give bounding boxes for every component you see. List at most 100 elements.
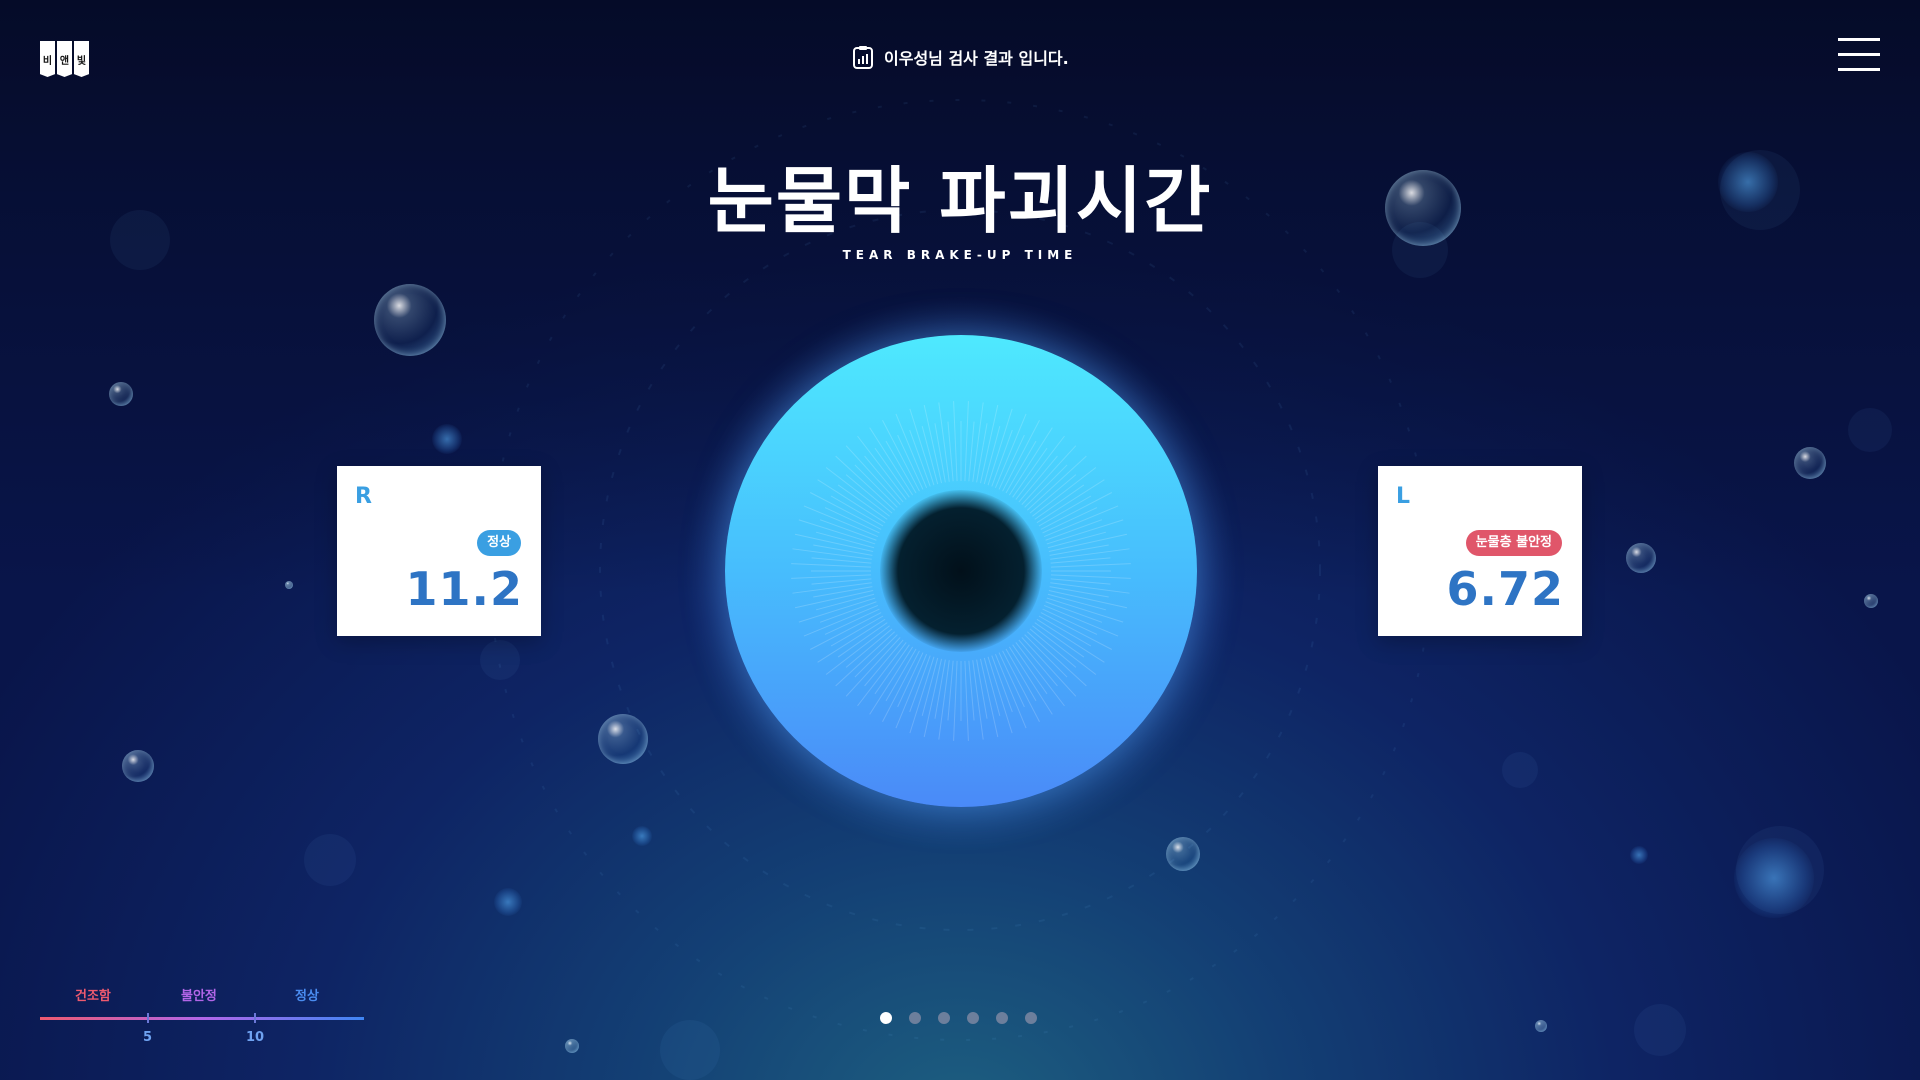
iris-fiber (1046, 519, 1124, 545)
iris-fiber (811, 578, 872, 585)
iris-fiber (1050, 574, 1131, 579)
iris-fiber (1042, 507, 1098, 534)
page-dot[interactable] (967, 1012, 979, 1024)
glow-decoration (1734, 838, 1814, 918)
iris-fiber (811, 557, 872, 564)
bubble-decoration (598, 714, 648, 764)
iris-fiber (953, 401, 958, 482)
iris-fiber (938, 402, 950, 482)
iris-fiber (987, 408, 1013, 486)
iris-fiber (813, 586, 873, 598)
iris-fiber (964, 401, 969, 482)
iris-fiber (976, 423, 988, 483)
bubble-decoration (109, 382, 133, 406)
iris-fiber (947, 660, 954, 721)
iris-fiber (897, 434, 924, 490)
header-title: 이우성님 검사 결과 입니다. (884, 49, 1069, 68)
iris-fiber (1050, 582, 1130, 594)
eye-illustration (725, 335, 1197, 807)
status-badge: 눈물층 불안정 (1465, 530, 1562, 556)
page-header: 이우성님 검사 결과 입니다. (852, 44, 1069, 70)
legend-scale-bar (40, 1017, 364, 1020)
page-dot[interactable] (880, 1012, 892, 1024)
eye-side-label: R (355, 484, 372, 509)
bubble-decoration (122, 750, 154, 782)
glow-decoration (432, 424, 462, 454)
iris-fiber (897, 652, 924, 708)
bubble-decoration (374, 284, 446, 356)
page-dot[interactable] (938, 1012, 950, 1024)
iris-fiber (824, 507, 880, 534)
iris-fiber (792, 548, 872, 560)
iris-fiber (792, 582, 872, 594)
iris-fiber (934, 423, 946, 483)
bubble-decoration (1166, 837, 1200, 871)
page-subtitle: TEAR BRAKE-UP TIME (842, 248, 1078, 262)
page-dot[interactable] (1025, 1012, 1037, 1024)
iris-fiber (964, 660, 969, 741)
iris-fiber (972, 402, 984, 482)
iris-fiber (1042, 608, 1098, 635)
page-dot[interactable] (996, 1012, 1008, 1024)
iris-fiber (1050, 557, 1111, 564)
iris-fiber (1050, 548, 1130, 560)
logo-char: 앤 (57, 41, 72, 77)
iris-fiber (947, 421, 954, 482)
iris-fiber (972, 660, 984, 740)
left-eye-result-card: L 눈물층 불안정 6.72 (1378, 466, 1582, 636)
iris-fiber (1049, 544, 1109, 556)
iris-fiber (934, 659, 946, 719)
tbut-value: 6.72 (1446, 562, 1564, 616)
result-scale-legend: 건조함 불안정 정상 5 10 (40, 985, 364, 1045)
bubble-decoration (1535, 1020, 1547, 1032)
iris-fiber (968, 421, 975, 482)
status-badge: 정상 (477, 530, 521, 556)
iris-fiber (824, 608, 880, 635)
iris-fiber (987, 656, 1013, 734)
iris-fiber (909, 408, 935, 486)
glow-decoration (494, 888, 522, 916)
bubble-decoration (1794, 447, 1826, 479)
iris-fiber (1046, 597, 1124, 623)
iris-fiber (909, 656, 935, 734)
iris-fiber (976, 659, 988, 719)
page-indicator (880, 1012, 1037, 1024)
legend-label-unstable: 불안정 (181, 989, 217, 1004)
clipboard-chart-icon (852, 45, 874, 69)
legend-label-dry: 건조함 (75, 989, 111, 1004)
hamburger-menu-icon[interactable] (1838, 38, 1880, 72)
iris-fiber (813, 544, 873, 556)
glow-decoration (632, 826, 652, 846)
bubble-decoration (1626, 543, 1656, 573)
bubble-decoration (565, 1039, 579, 1053)
right-eye-result-card: R 정상 11.2 (337, 466, 541, 636)
legend-tick-label: 5 (143, 1030, 153, 1045)
iris-fiber (968, 660, 975, 721)
iris-fiber (791, 563, 872, 568)
logo-char: 비 (40, 41, 55, 77)
iris-fiber (1050, 563, 1131, 568)
glow-decoration (1630, 846, 1648, 864)
logo-char: 빛 (74, 41, 89, 77)
legend-tick (254, 1013, 256, 1023)
iris-fiber (791, 574, 872, 579)
tbut-value: 11.2 (405, 562, 523, 616)
bubble-decoration (285, 581, 293, 589)
logo[interactable]: 비 앤 빛 (40, 41, 90, 77)
eye-side-label: L (1396, 484, 1411, 509)
legend-tick-label: 10 (246, 1030, 265, 1045)
iris-fiber (798, 519, 876, 545)
iris-fiber (938, 660, 950, 740)
iris-fiber (1049, 586, 1109, 598)
page-dot[interactable] (909, 1012, 921, 1024)
iris-fiber (998, 652, 1025, 708)
bubble-decoration (1864, 594, 1878, 608)
legend-label-normal: 정상 (295, 989, 319, 1004)
iris-fiber (998, 434, 1025, 490)
legend-tick (147, 1013, 149, 1023)
iris-fiber (1050, 578, 1111, 585)
iris-fiber (953, 660, 958, 741)
page-title: 눈물막 파괴시간 (707, 159, 1213, 243)
pupil (880, 490, 1042, 652)
iris-fiber (798, 597, 876, 623)
